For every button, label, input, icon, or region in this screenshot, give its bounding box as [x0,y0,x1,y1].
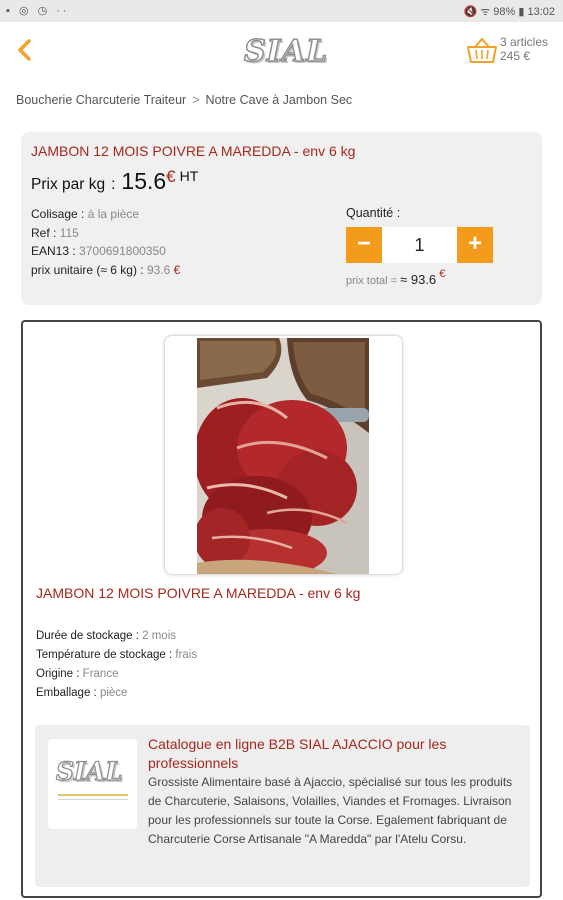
product-info-list: Colisage : à la pièce Ref : 115 EAN13 : … [31,205,180,279]
total-price: prix total = ≈ 93.6 € [346,268,445,287]
increase-quantity-button[interactable]: + [457,227,493,263]
ean-label: EAN13 : [31,244,76,258]
status-bar: ▪ ◎ ◷ ·· 🔇 ᯤ 98% ▮ 13:02 [0,0,563,22]
cart-count: 3 articles [500,35,549,49]
colisage-value: à la pièce [87,207,140,221]
cart-total: 245 € [500,49,531,63]
colisage-label: Colisage : [31,207,85,221]
total-label: prix total = [346,275,401,287]
product-image-frame[interactable] [164,335,403,575]
unit-price-currency: € [173,262,181,277]
price-value: 15.6 [121,168,167,194]
price-suffix: HT [179,168,199,184]
origin-value: France [82,668,119,680]
packaging-label: Emballage : [36,687,97,699]
quantity-input[interactable]: 1 [382,227,457,263]
price-currency: € [166,167,176,186]
total-currency: € [439,268,446,280]
temperature-value: frais [175,649,198,661]
ean-value: 3700691800350 [79,244,166,258]
origin-label: Origine : [36,668,80,680]
storage-value: 2 mois [142,630,176,642]
breadcrumb: Boucherie Charcuterie Traiteur > Notre Cav… [16,93,352,107]
breadcrumb-separator: > [192,93,200,107]
unit-price-label: prix unitaire (≈ 6 kg) : [31,262,144,277]
quantity-stepper: − 1 + [346,227,493,263]
status-icons-right: 🔇 ᯤ 98% ▮ 13:02 [463,6,555,18]
breadcrumb-item-category[interactable]: Boucherie Charcuterie Traiteur [16,93,186,107]
unit-price-value: 93.6 [146,262,171,277]
packaging-value: pièce [99,687,128,699]
ref-label: Ref : [31,225,57,240]
product-title: JAMBON 12 MOIS POIVRE A MAREDDA - env 6 … [31,143,356,159]
sial-logo[interactable]: SIAL [243,33,334,70]
product-image [197,338,369,574]
product-summary-panel: JAMBON 12 MOIS POIVRE A MAREDDA - env 6 … [21,132,542,305]
detail-info-list: Durée de stockage : 2 mois Température d… [36,627,197,703]
temperature-label: Température de stockage : [36,649,173,661]
back-arrow-icon[interactable] [16,36,32,69]
ref-value: 115 [59,225,79,240]
company-logo: SIAL [55,756,123,786]
basket-icon[interactable] [466,35,498,65]
storage-label: Durée de stockage : [36,630,139,642]
detail-title: JAMBON 12 MOIS POIVRE A MAREDDA - env 6 … [36,585,361,601]
breadcrumb-item-subcategory[interactable]: Notre Cave à Jambon Sec [206,93,353,107]
price-label: Prix par kg [31,176,106,193]
status-icons-left: ▪ ◎ ◷ ·· [6,5,70,17]
quantity-label: Quantité : [346,206,401,220]
logo-subline [58,799,128,800]
decrease-quantity-button[interactable]: − [346,227,382,263]
company-title[interactable]: Catalogue en ligne B2B SIAL AJACCIO pour… [148,735,518,773]
company-description: Grossiste Alimentaire basé à Ajaccio, sp… [148,775,513,846]
logo-underline [58,794,128,796]
app-header: SIAL 3 articles 245 € [0,22,563,82]
company-info-panel: SIAL Catalogue en ligne B2B SIAL AJACCIO… [35,725,530,887]
product-detail-card: JAMBON 12 MOIS POIVRE A MAREDDA - env 6 … [21,320,542,898]
total-value: ≈ 93.6 [400,272,437,287]
cart-summary[interactable]: 3 articles 245 € [500,35,548,63]
company-logo-box[interactable]: SIAL [48,739,137,829]
price-row: Prix par kg:15.6€ HT [31,167,199,194]
